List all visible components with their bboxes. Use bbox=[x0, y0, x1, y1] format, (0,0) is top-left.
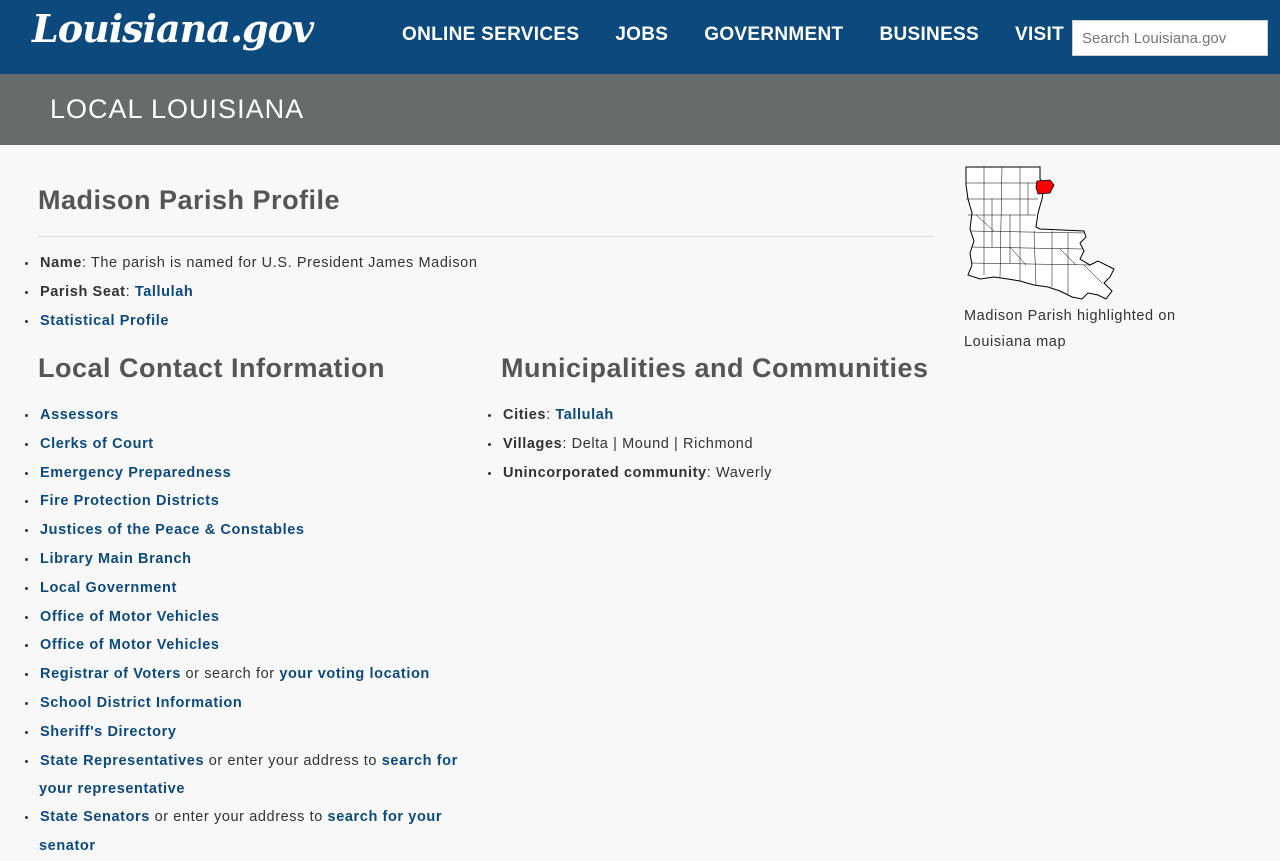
profile-list: Name: The parish is named for U.S. Presi… bbox=[22, 250, 478, 336]
name-value: : The parish is named for U.S. President… bbox=[81, 255, 478, 271]
unincorporated-label: Unincorporated community bbox=[503, 464, 707, 481]
local-government-link[interactable]: Local Government bbox=[40, 580, 177, 596]
list-item: Local Government bbox=[25, 575, 462, 604]
separator: : bbox=[125, 283, 135, 300]
state-representatives-link[interactable]: State Representatives bbox=[40, 753, 204, 769]
parish-seat-label: Parish Seat bbox=[40, 283, 126, 300]
list-item: School District Information bbox=[25, 690, 462, 719]
list-item: Justices of the Peace & Constables bbox=[25, 517, 462, 546]
local-contact-heading: Local Contact Information bbox=[38, 353, 386, 383]
list-item: Clerks of Court bbox=[25, 431, 462, 460]
list-item: Assessors bbox=[25, 402, 462, 431]
registrar-text: or search for bbox=[180, 666, 280, 683]
clerks-of-court-link[interactable]: Clerks of Court bbox=[40, 436, 154, 452]
registrar-of-voters-link[interactable]: Registrar of Voters bbox=[40, 666, 181, 682]
list-item: Parish Seat: Tallulah bbox=[25, 279, 478, 308]
statistical-profile-link[interactable]: Statistical Profile bbox=[40, 313, 169, 329]
parish-map-panel: Madison Parish highlighted on Louisiana … bbox=[964, 165, 1214, 355]
list-item: Registrar of Voters or search for your v… bbox=[25, 661, 462, 690]
nav-government[interactable]: GOVERNMENT bbox=[704, 24, 843, 46]
villages-label: Villages bbox=[503, 435, 563, 452]
section-banner: LOCAL LOUISIANA bbox=[0, 74, 1280, 145]
map-caption: Madison Parish highlighted on Louisiana … bbox=[964, 308, 1176, 350]
list-item: Library Main Branch bbox=[25, 546, 462, 575]
voting-location-link[interactable]: your voting location bbox=[279, 666, 430, 682]
assessors-link[interactable]: Assessors bbox=[40, 407, 119, 423]
list-item: Villages: Delta | Mound | Richmond bbox=[488, 431, 772, 460]
page-title: Madison Parish Profile bbox=[38, 185, 341, 215]
emergency-preparedness-link[interactable]: Emergency Preparedness bbox=[40, 465, 231, 481]
louisiana-gov-logo[interactable]: Louisiana.gov bbox=[32, 6, 314, 51]
parish-seat-link[interactable]: Tallulah bbox=[135, 284, 194, 300]
sheriffs-directory-link[interactable]: Sheriff's Directory bbox=[40, 724, 177, 740]
villages-value: : Delta | Mound | Richmond bbox=[562, 435, 754, 452]
reps-text: or enter your address to bbox=[204, 752, 382, 769]
list-item: State Representatives or enter your addr… bbox=[25, 748, 462, 805]
louisiana-map-image bbox=[965, 166, 1115, 300]
nav-visit[interactable]: VISIT bbox=[1015, 24, 1064, 46]
list-item: Emergency Preparedness bbox=[25, 460, 462, 489]
separator: : bbox=[546, 407, 556, 423]
madison-parish-highlight bbox=[1035, 179, 1055, 195]
school-district-link[interactable]: School District Information bbox=[40, 695, 242, 711]
justices-of-the-peace-link[interactable]: Justices of the Peace & Constables bbox=[40, 522, 305, 538]
unincorporated-value: : Waverly bbox=[706, 464, 773, 481]
motor-vehicles-link-2[interactable]: Office of Motor Vehicles bbox=[40, 637, 220, 653]
state-senators-link[interactable]: State Senators bbox=[40, 809, 150, 825]
main-nav: ONLINE SERVICES JOBS GOVERNMENT BUSINESS… bbox=[402, 24, 1100, 46]
tallulah-city-link[interactable]: Tallulah bbox=[555, 407, 614, 423]
section-title: LOCAL LOUISIANA bbox=[50, 94, 305, 124]
list-item: Statistical Profile bbox=[25, 308, 478, 337]
name-label: Name bbox=[40, 255, 82, 271]
list-item: Cities: Tallulah bbox=[488, 402, 772, 431]
motor-vehicles-link[interactable]: Office of Motor Vehicles bbox=[40, 609, 220, 625]
nav-business[interactable]: BUSINESS bbox=[879, 24, 979, 46]
list-item: Office of Motor Vehicles bbox=[25, 632, 462, 661]
top-navigation-bar: Louisiana.gov ONLINE SERVICES JOBS GOVER… bbox=[0, 0, 1280, 74]
senators-text: or enter your address to bbox=[149, 809, 328, 826]
nav-online-services[interactable]: ONLINE SERVICES bbox=[402, 24, 579, 46]
nav-jobs[interactable]: JOBS bbox=[615, 24, 668, 46]
cities-label: Cities bbox=[503, 407, 547, 423]
fire-protection-link[interactable]: Fire Protection Districts bbox=[40, 493, 219, 509]
divider bbox=[38, 236, 934, 237]
municipalities-list: Cities: Tallulah Villages: Delta | Mound… bbox=[485, 402, 772, 488]
list-item: Sheriff's Directory bbox=[25, 719, 462, 748]
list-item: Office of Motor Vehicles bbox=[25, 604, 462, 633]
contact-list: Assessors Clerks of Court Emergency Prep… bbox=[22, 402, 462, 861]
library-link[interactable]: Library Main Branch bbox=[40, 551, 192, 567]
list-item: State Senators or enter your address to … bbox=[25, 804, 462, 861]
list-item: Fire Protection Districts bbox=[25, 488, 462, 517]
list-item: Unincorporated community: Waverly bbox=[488, 460, 772, 489]
list-item: Name: The parish is named for U.S. Presi… bbox=[25, 250, 478, 279]
municipalities-heading: Municipalities and Communities bbox=[501, 353, 929, 383]
search-input[interactable] bbox=[1072, 20, 1268, 56]
